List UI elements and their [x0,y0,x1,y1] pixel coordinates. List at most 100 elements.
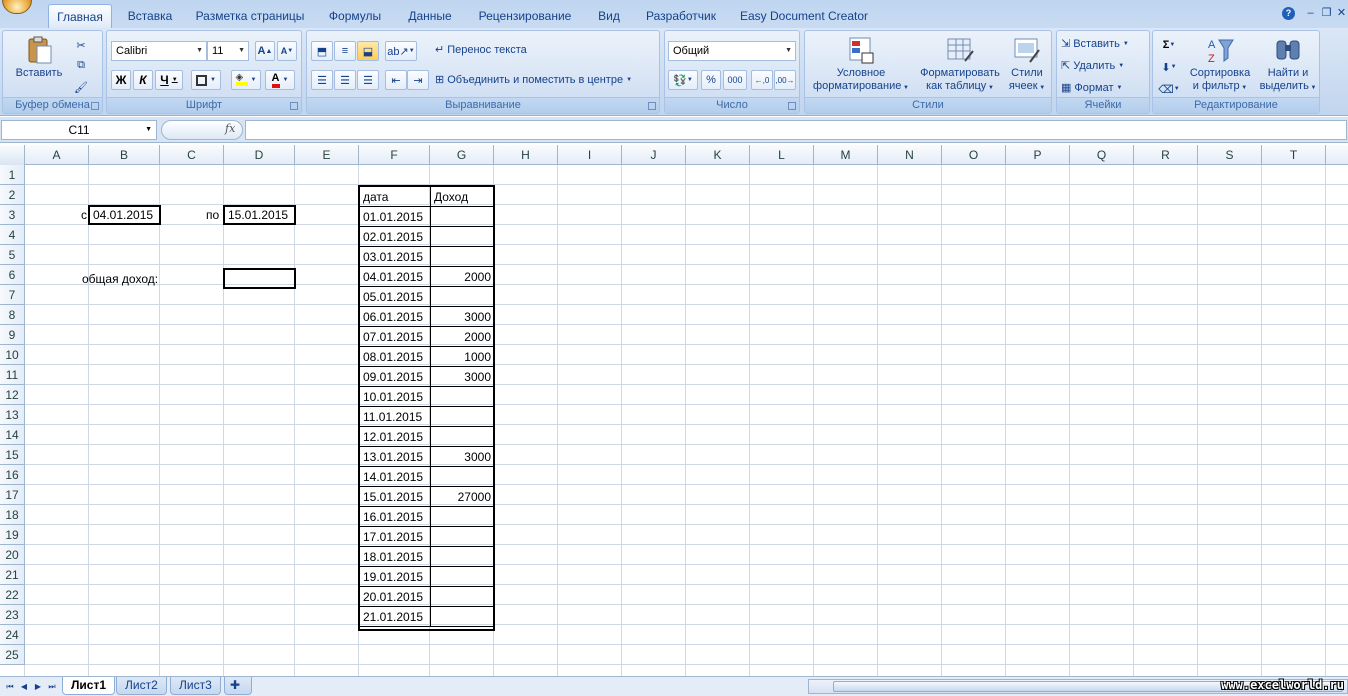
row-header[interactable]: 14 [0,425,25,445]
merge-center-button[interactable]: ⊞ Объединить и поместить в центре ▼ [435,73,632,87]
align-top-icon[interactable]: ⬒ [311,41,333,61]
italic-button[interactable]: К [133,70,153,90]
table-income-cell[interactable] [431,547,495,567]
row-header[interactable]: 24 [0,625,25,645]
table-income-cell[interactable]: 3000 [431,307,495,327]
increase-decimal-icon[interactable]: ←,0 [751,70,773,90]
help-icon[interactable]: ? [1282,7,1295,20]
row-header[interactable]: 3 [0,205,25,225]
wrap-text-button[interactable]: ↵ Перенос текста [435,43,527,57]
tab-data[interactable]: Данные [400,4,460,28]
table-income-cell[interactable]: 2000 [431,267,495,287]
row-header[interactable]: 16 [0,465,25,485]
format-as-table-button[interactable]: Форматировать как таблицу ▼ [913,35,1007,95]
decrease-indent-icon[interactable]: ⇤ [385,70,407,90]
table-date-cell[interactable]: 14.01.2015 [360,467,431,487]
font-name-combo[interactable]: Calibri ▼ [111,41,207,61]
table-date-cell[interactable]: 18.01.2015 [360,547,431,567]
tab-easy-document-creator[interactable]: Easy Document Creator [736,4,872,28]
column-header[interactable]: S [1198,145,1262,165]
tab-insert[interactable]: Вставка [120,4,180,28]
office-button[interactable] [2,0,32,14]
column-header[interactable]: I [558,145,622,165]
column-header[interactable]: H [494,145,558,165]
close-icon[interactable]: ✕ [1335,7,1348,20]
table-income-cell[interactable]: 1000 [431,347,495,367]
table-income-cell[interactable] [431,567,495,587]
select-all-corner[interactable] [0,145,25,165]
font-color-button[interactable]: A ▼ [265,70,295,90]
delete-cells-button[interactable]: ⇱ Удалить ▼ [1061,59,1124,73]
cell-styles-button[interactable]: Стили ячеек ▼ [1005,35,1049,95]
table-income-cell[interactable] [431,247,495,267]
row-header[interactable]: 23 [0,605,25,625]
row-header[interactable]: 21 [0,565,25,585]
table-income-cell[interactable] [431,427,495,447]
table-income-cell[interactable] [431,607,495,627]
align-left-icon[interactable]: ☰ [311,70,333,90]
worksheet-grid[interactable]: ABCDEFGHIJKLMNOPQRST 1 2 3 4 5 6 7 8 9 10 11 12 13 14… [0,145,1348,676]
insert-function-icon[interactable]: fx [225,122,235,135]
insert-cells-button[interactable]: ⇲ Вставить ▼ [1061,37,1129,51]
table-date-cell[interactable]: 16.01.2015 [360,507,431,527]
column-header[interactable]: M [814,145,878,165]
table-income-cell[interactable] [431,287,495,307]
column-header[interactable]: B [89,145,160,165]
cut-icon[interactable]: ✂ [71,35,91,55]
row-header[interactable]: 5 [0,245,25,265]
next-sheet-icon[interactable]: ▶ [32,680,44,693]
table-income-cell[interactable]: 27000 [431,487,495,507]
sheet-tab-3[interactable]: Лист3 [170,677,221,695]
row-header[interactable]: 20 [0,545,25,565]
row-header[interactable]: 4 [0,225,25,245]
clear-icon[interactable]: ⌫ ▼ [1155,79,1183,99]
cell-c3-to-label[interactable]: по [203,205,225,225]
table-date-cell[interactable]: 12.01.2015 [360,427,431,447]
thousands-format-button[interactable]: 000 [723,70,747,90]
table-date-cell[interactable]: 21.01.2015 [360,607,431,627]
insert-sheet-icon[interactable]: ✚ [224,677,252,695]
cell-d3-to-date[interactable]: 15.01.2015 [223,205,296,225]
row-header[interactable]: 1 [0,165,25,185]
table-income-cell[interactable] [431,407,495,427]
tab-page-layout[interactable]: Разметка страницы [190,4,310,28]
table-income-cell[interactable] [431,207,495,227]
align-middle-icon[interactable]: ≡ [334,41,356,61]
cell-d6-total-value[interactable] [223,268,296,289]
format-cells-button[interactable]: ▦ Формат ▼ [1061,81,1122,95]
align-bottom-icon[interactable]: ⬓ [357,41,379,61]
row-header[interactable]: 8 [0,305,25,325]
table-date-cell[interactable]: 07.01.2015 [360,327,431,347]
shrink-font-icon[interactable]: A ▼ [277,41,297,61]
font-size-combo[interactable]: 11 ▼ [207,41,249,61]
column-header[interactable]: F [359,145,430,165]
minimize-icon[interactable]: ‒ [1304,7,1317,20]
column-header[interactable]: E [295,145,359,165]
row-header[interactable]: 13 [0,405,25,425]
table-income-cell[interactable]: 2000 [431,327,495,347]
column-header[interactable]: C [160,145,224,165]
fill-icon[interactable]: ⬇ ▼ [1155,57,1183,77]
autosum-icon[interactable]: Σ ▼ [1155,35,1183,55]
table-date-cell[interactable]: 13.01.2015 [360,447,431,467]
underline-button[interactable]: Ч ▼ [155,70,183,90]
table-date-cell[interactable]: 19.01.2015 [360,567,431,587]
row-header[interactable]: 10 [0,345,25,365]
row-header[interactable]: 7 [0,285,25,305]
table-income-cell[interactable] [431,227,495,247]
first-sheet-icon[interactable]: ⏮ [4,680,16,693]
tab-developer[interactable]: Разработчик [638,4,724,28]
percent-format-button[interactable]: % [701,70,721,90]
table-date-cell[interactable]: 03.01.2015 [360,247,431,267]
bold-button[interactable]: Ж [111,70,131,90]
table-date-cell[interactable]: 02.01.2015 [360,227,431,247]
last-sheet-icon[interactable]: ⏭ [46,680,58,693]
table-date-cell[interactable]: 10.01.2015 [360,387,431,407]
row-header[interactable]: 22 [0,585,25,605]
row-header[interactable]: 6 [0,265,25,285]
align-right-icon[interactable]: ☰ [357,70,379,90]
table-income-cell[interactable] [431,527,495,547]
column-header[interactable]: A [25,145,89,165]
increase-indent-icon[interactable]: ⇥ [407,70,429,90]
table-date-cell[interactable]: 06.01.2015 [360,307,431,327]
